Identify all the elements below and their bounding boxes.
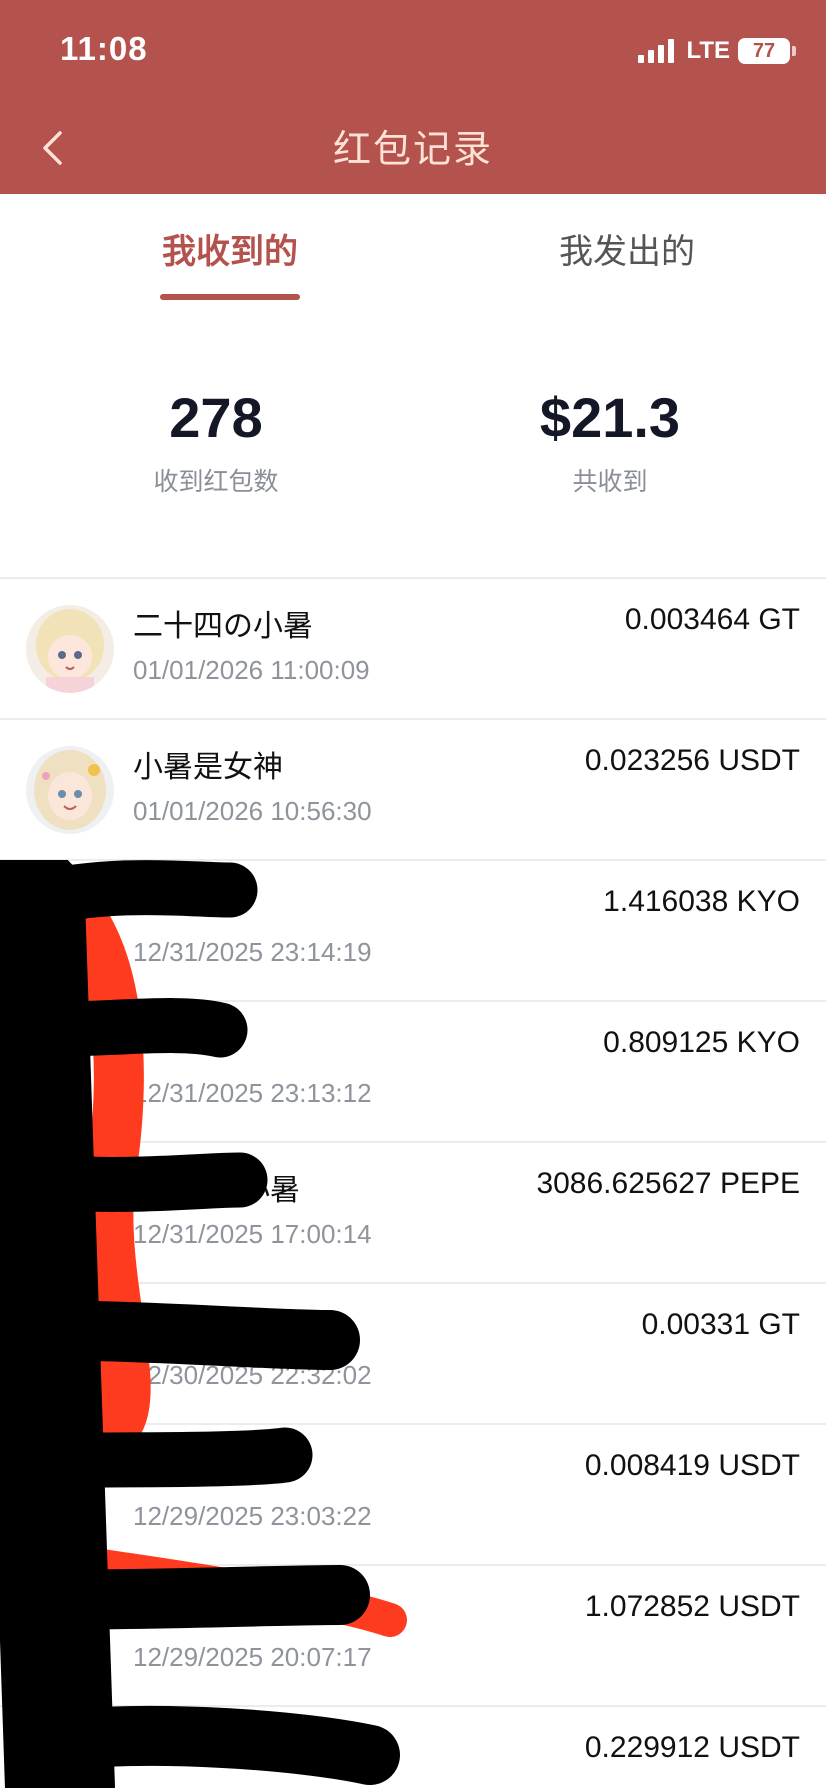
list-item[interactable]: 12/29/2025 20:07:17 1.072852 USDT: [0, 1566, 826, 1707]
page-title: 红包记录: [332, 127, 493, 171]
amount: 0.809125 KYO: [603, 1026, 800, 1059]
header-bar: 11:08 LTE 77 红包记录: [0, 0, 826, 194]
amount: 3086.625627 PEPE: [536, 1167, 800, 1200]
received-total-label: 共收到: [572, 467, 648, 496]
network-label: LTE: [686, 37, 730, 64]
amount: 0.008419 USDT: [584, 1449, 800, 1482]
received-time: 12/31/2025 17:00:14: [133, 1219, 372, 1249]
received-time: 01/01/2026 11:00:09: [133, 655, 370, 685]
received-time: 01/01/2026 10:56:30: [133, 796, 372, 826]
sender-name: 四の小暑: [180, 1173, 300, 1208]
status-indicators: LTE 77: [638, 36, 796, 66]
list-item[interactable]: 12/30/2025 22:32:02 0.00331 GT: [0, 1284, 826, 1425]
battery-tip: [792, 46, 796, 56]
amount: 0.003464 GT: [624, 603, 800, 636]
list-item[interactable]: 0.229912 USDT: [0, 1707, 826, 1788]
battery-icon: 77: [738, 38, 790, 64]
battery-level: 77: [752, 39, 776, 62]
received-time: 12/31/2025 23:14:19: [133, 937, 372, 967]
tab-bar: 我收到的 我发出的: [0, 194, 826, 304]
tab-sent[interactable]: 我发出的: [527, 224, 727, 273]
received-total-value: $21.3: [539, 386, 681, 449]
avatar: [26, 605, 114, 693]
status-time: 11:08: [60, 30, 148, 67]
list-item[interactable]: 二十四の小暑 01/01/2026 11:00:09 0.003464 GT: [0, 579, 826, 720]
amount: 0.023256 USDT: [584, 744, 800, 777]
sender-name: 二十四の小暑: [133, 609, 313, 644]
red-packet-list: 二十四の小暑 01/01/2026 11:00:09 0.003464 GT 小…: [0, 579, 826, 1788]
amount: 1.072852 USDT: [584, 1590, 800, 1623]
received-time: 12/29/2025 23:03:22: [133, 1501, 372, 1531]
received-count-label: 收到红包数: [153, 467, 279, 496]
received-time: 12/30/2025 22:32:02: [133, 1360, 372, 1390]
avatar: [26, 746, 114, 834]
received-time: 12/29/2025 20:07:17: [133, 1642, 372, 1672]
signal-icon: [638, 39, 675, 63]
list-item[interactable]: 12/31/2025 23:13:12 0.809125 KYO: [0, 1002, 826, 1143]
received-count-value: 278: [169, 386, 263, 449]
tab-received[interactable]: 我收到的: [130, 224, 330, 273]
received-count-stat: 278 收到红包数: [66, 390, 366, 498]
list-item[interactable]: 小暑是女神 01/01/2026 10:56:30 0.023256 USDT: [0, 720, 826, 861]
list-item[interactable]: 12/29/2025 23:03:22 0.008419 USDT: [0, 1425, 826, 1566]
list-item[interactable]: 12/31/2025 23:14:19 1.416038 KYO: [0, 861, 826, 1002]
active-tab-indicator: [160, 294, 300, 300]
amount: 0.229912 USDT: [584, 1731, 800, 1764]
amount: 0.00331 GT: [641, 1308, 800, 1341]
sender-name: 小暑是女神: [133, 750, 283, 785]
received-total-stat: $21.3 共收到: [460, 390, 760, 498]
received-time: 12/31/2025 23:13:12: [133, 1078, 372, 1108]
amount: 1.416038 KYO: [603, 885, 800, 918]
list-item[interactable]: 四の小暑 12/31/2025 17:00:14 3086.625627 PEP…: [0, 1143, 826, 1284]
